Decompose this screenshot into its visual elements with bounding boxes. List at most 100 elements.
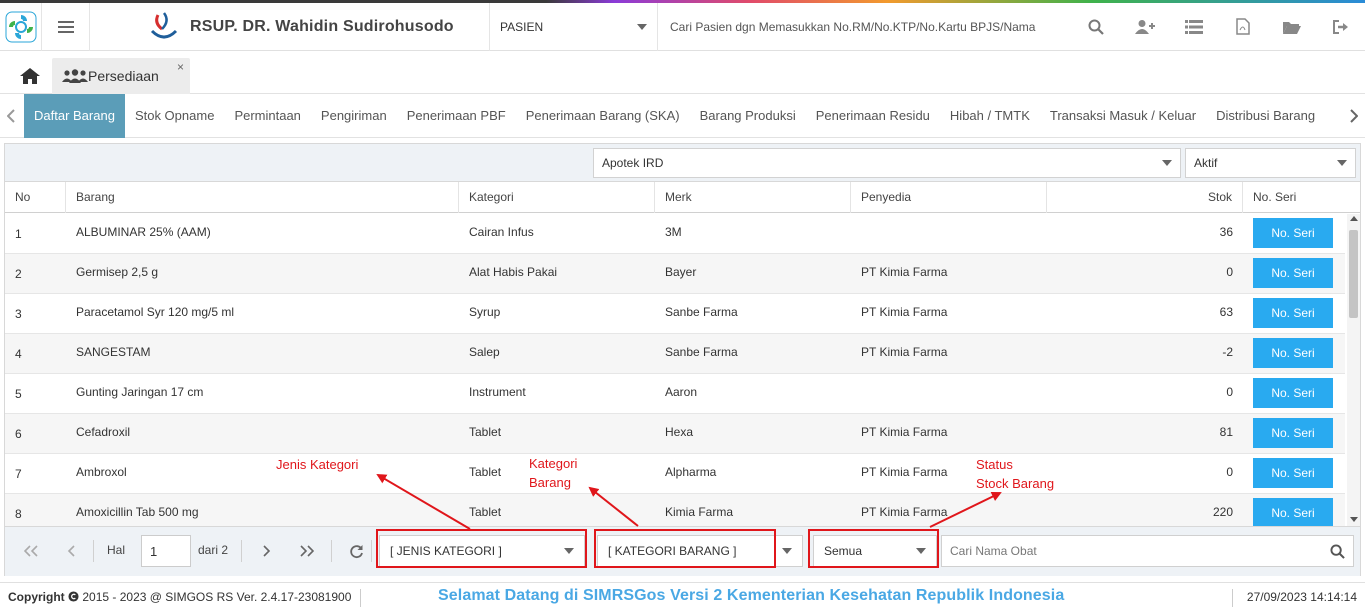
kategori-barang-select[interactable]: [ KATEGORI BARANG ] [597,535,803,567]
scroll-down-icon[interactable] [1350,517,1358,522]
table-scrollbar[interactable] [1347,214,1360,526]
status-select[interactable]: Aktif [1185,148,1356,178]
submenu-item[interactable]: Distribusi Barang [1206,94,1325,138]
cell-no: 4 [15,347,22,361]
logout-button[interactable] [1316,3,1365,51]
cell-barang: SANGESTAM [76,345,151,359]
no-seri-button[interactable]: No. Seri [1253,218,1333,248]
submenu-item[interactable]: Penerimaan PBF [397,94,516,138]
cell-barang: Germisep 2,5 g [76,265,159,279]
footer-divider [360,589,361,607]
no-seri-button[interactable]: No. Seri [1253,298,1333,328]
submenu-item[interactable]: Permintaan [224,94,310,138]
table-row[interactable]: 4 SANGESTAM Salep Sanbe Farma PT Kimia Farma… [5,334,1345,374]
pager-divider [241,540,242,562]
no-seri-button[interactable]: No. Seri [1253,498,1333,526]
status-stock-select[interactable]: Semua [813,535,937,567]
submenu-item[interactable]: Hibah / TMTK [940,94,1040,138]
first-page-button[interactable] [19,541,43,561]
cell-no: 5 [15,387,22,401]
cell-penyedia: PT Kimia Farma [861,345,948,359]
cell-merk: Bayer [665,265,697,279]
no-seri-button[interactable]: No. Seri [1253,378,1333,408]
table-row[interactable]: 5 Gunting Jaringan 17 cm Instrument Aaron 0 N… [5,374,1345,414]
copyright-icon [68,591,79,602]
patient-type-select[interactable]: PASIEN [490,2,658,51]
submenu-item[interactable]: Transaksi Masuk / Keluar [1040,94,1206,138]
column-header-no[interactable]: No [5,182,66,213]
pdf-icon [1235,18,1250,35]
close-tab-icon[interactable]: × [177,60,184,74]
cell-no: 1 [15,227,22,241]
table-row[interactable]: 2 Germisep 2,5 g Alat Habis Pakai Bayer PT K… [5,254,1345,294]
column-header-stok[interactable]: Stok [1047,182,1243,213]
column-header-kategori[interactable]: Kategori [459,182,655,213]
table-row[interactable]: 1 ALBUMINAR 25% (AAM) Cairan Infus 3M 36 No. … [5,214,1345,254]
scrollbar-thumb[interactable] [1349,230,1358,318]
hospital-brand: RSUP. DR. Wahidin Sudirohusodo [90,2,490,51]
add-patient-button[interactable] [1120,3,1169,51]
submenu-item[interactable]: Barang Produksi [690,94,806,138]
list-icon [1184,19,1203,34]
no-seri-button[interactable]: No. Seri [1253,338,1333,368]
column-header-barang[interactable]: Barang [66,182,459,213]
chevron-down-icon [637,23,647,30]
cell-stok: 0 [1226,465,1233,479]
cell-barang: Gunting Jaringan 17 cm [76,385,204,399]
hamburger-menu-button[interactable] [42,2,90,51]
table-row[interactable]: 7 Ambroxol Tablet Alpharma PT Kimia Farma 0 No… [5,454,1345,494]
cell-stok: 63 [1219,305,1233,319]
no-seri-button[interactable]: No. Seri [1253,458,1333,488]
folder-button[interactable] [1267,3,1316,51]
hospital-logo-icon [150,11,178,38]
tab-persediaan[interactable]: Persediaan × [52,58,190,94]
annotation-label-kategori-line1: Kategori [529,456,578,471]
home-tab[interactable] [10,60,50,92]
annotation-label-jenis-kategori: Jenis Kategori [276,457,359,472]
chevron-down-icon [1337,160,1347,166]
column-header-penyedia[interactable]: Penyedia [851,182,1047,213]
kategori-barang-value: [ KATEGORI BARANG ] [608,544,737,558]
submenu-item[interactable]: Stok Opname [125,94,225,138]
logout-icon [1332,19,1348,34]
page-number-input[interactable] [141,535,191,567]
prev-page-button[interactable] [59,541,83,561]
table-row[interactable]: 6 Cefadroxil Tablet Hexa PT Kimia Farma 81 No.… [5,414,1345,454]
submenu-scroll-left-button[interactable] [0,94,22,138]
ruangan-value: Apotek IRD [602,156,664,170]
next-page-button[interactable] [255,541,279,561]
ruangan-select[interactable]: Apotek IRD [593,148,1181,178]
simgos-logo-icon [5,11,36,42]
app-logo[interactable] [0,2,42,51]
chevron-down-icon [1162,160,1172,166]
table-row[interactable]: 3 Paracetamol Syr 120 mg/5 ml Syrup Sanbe F… [5,294,1345,334]
submenu-item[interactable]: Penerimaan Barang (SKA) [516,94,690,138]
annotation-label-status-line2: Stock Barang [976,476,1055,491]
refresh-button[interactable] [344,541,368,561]
submenu-item[interactable]: Pengiriman [311,94,397,138]
cell-penyedia [851,214,1047,254]
submenu-scroll-right-button[interactable] [1343,94,1365,138]
footer-divider [1232,589,1233,607]
table-row[interactable]: 8 Amoxicillin Tab 500 mg Tablet Kimia Farma… [5,494,1345,526]
submenu-item[interactable]: Daftar Barang [24,94,125,138]
column-header-no-seri[interactable]: No. Seri [1243,182,1360,213]
list-button[interactable] [1169,3,1218,51]
page-total-label: dari 2 [198,543,229,557]
search-icon[interactable] [1330,543,1345,559]
scroll-up-icon[interactable] [1350,216,1358,221]
last-page-button[interactable] [295,541,319,561]
no-seri-button[interactable]: No. Seri [1253,258,1333,288]
annotation-label-status-line1: Status [976,457,1013,472]
jenis-kategori-select[interactable]: [ JENIS KATEGORI ] [379,535,585,567]
cell-stok: -2 [1222,345,1233,359]
column-header-merk[interactable]: Merk [655,182,851,213]
patient-search-placeholder: Cari Pasien dgn Memasukkan No.RM/No.KTP/… [670,19,1036,34]
search-button[interactable] [1071,3,1120,51]
patient-search-input[interactable]: Cari Pasien dgn Memasukkan No.RM/No.KTP/… [658,3,1071,51]
obat-search-input[interactable]: Cari Nama Obat [941,535,1354,567]
cell-stok: 0 [1226,265,1233,279]
pdf-button[interactable] [1218,3,1267,51]
no-seri-button[interactable]: No. Seri [1253,418,1333,448]
submenu-item[interactable]: Penerimaan Residu [806,94,940,138]
